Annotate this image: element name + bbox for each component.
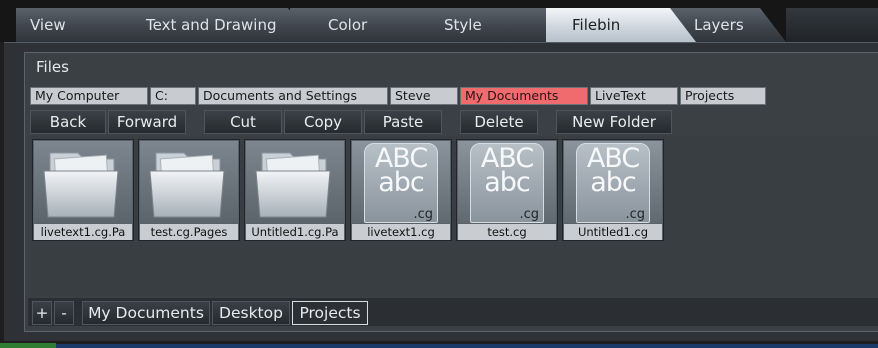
status-accent: [0, 343, 56, 348]
cg-file-icon: ABC abc .cg: [564, 141, 662, 223]
cg-file-icon: ABC abc .cg: [352, 141, 450, 223]
cg-file-icon: ABC abc .cg: [458, 141, 556, 223]
place-desktop[interactable]: Desktop: [212, 301, 290, 325]
folder-icon: [34, 141, 132, 223]
file-item[interactable]: Untitled1.cg.Pa: [244, 139, 346, 241]
breadcrumb-c-drive[interactable]: C:: [150, 87, 196, 105]
breadcrumb-steve[interactable]: Steve: [390, 87, 458, 105]
cg-thumbnail: ABC abc .cg: [470, 143, 544, 223]
tab-color[interactable]: Color: [290, 8, 440, 42]
status-line: [56, 344, 878, 348]
back-button[interactable]: Back: [30, 110, 106, 134]
file-name: Untitled1.cg.Pa: [246, 224, 344, 240]
place-my-documents[interactable]: My Documents: [82, 301, 210, 325]
tab-strip-end: [786, 8, 878, 42]
tab-strip: View Text and Drawing Color Style Filebi…: [0, 0, 878, 42]
place-projects[interactable]: Projects: [292, 301, 368, 325]
cut-button[interactable]: Cut: [204, 110, 282, 134]
breadcrumb-my-documents[interactable]: My Documents: [460, 87, 588, 105]
copy-button[interactable]: Copy: [284, 110, 362, 134]
breadcrumb-my-computer[interactable]: My Computer: [30, 87, 148, 105]
delete-button[interactable]: Delete: [460, 110, 538, 134]
cg-thumbnail: ABC abc .cg: [576, 143, 650, 223]
remove-place-button[interactable]: -: [54, 301, 74, 325]
file-name: test.cg: [458, 224, 556, 240]
tab-filebin[interactable]: Filebin: [546, 8, 696, 42]
forward-button[interactable]: Forward: [108, 110, 186, 134]
paste-button[interactable]: Paste: [364, 110, 442, 134]
folder-icon: [140, 141, 238, 223]
file-item[interactable]: test.cg.Pages: [138, 139, 240, 241]
add-place-button[interactable]: +: [32, 301, 52, 325]
breadcrumb-livetext[interactable]: LiveText: [590, 87, 678, 105]
file-item[interactable]: livetext1.cg.Pa: [32, 139, 134, 241]
files-title: Files: [36, 58, 69, 76]
file-name: Untitled1.cg: [564, 224, 662, 240]
folder-icon: [246, 141, 344, 223]
breadcrumb-documents-and-settings[interactable]: Documents and Settings: [198, 87, 388, 105]
new-folder-button[interactable]: New Folder: [556, 110, 672, 134]
tab-text-and-drawing[interactable]: Text and Drawing: [124, 8, 314, 42]
cg-thumbnail: ABC abc .cg: [364, 143, 438, 223]
file-name: test.cg.Pages: [140, 224, 238, 240]
file-name: livetext1.cg.Pa: [34, 224, 132, 240]
file-item[interactable]: ABC abc .cg test.cg: [456, 139, 558, 241]
file-name: livetext1.cg: [352, 224, 450, 240]
file-item[interactable]: ABC abc .cg Untitled1.cg: [562, 139, 664, 241]
breadcrumb-projects[interactable]: Projects: [680, 87, 766, 105]
file-item[interactable]: ABC abc .cg livetext1.cg: [350, 139, 452, 241]
